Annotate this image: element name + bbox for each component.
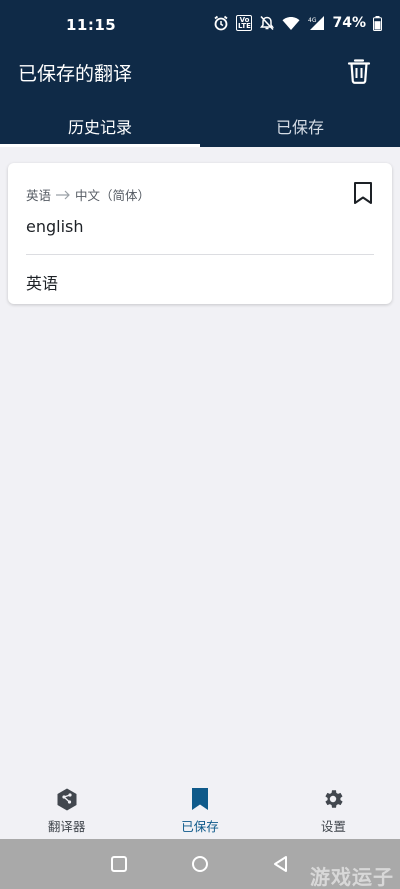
arrow-right-icon	[56, 190, 70, 199]
signal-icon: 4G	[308, 16, 325, 30]
deepl-logo-icon	[57, 788, 77, 811]
watermark: 游戏运子	[310, 865, 394, 889]
bookmark-toggle-button[interactable]	[352, 181, 374, 205]
nav-settings[interactable]: 设置	[267, 776, 400, 839]
app-header: 11:15 Vo LTE 4G 74% 已保存的翻译 历史记录 已保存	[0, 0, 400, 147]
nav-saved-label: 已保存	[181, 819, 219, 834]
volte-icon: Vo LTE	[236, 15, 253, 31]
tab-history[interactable]: 历史记录	[0, 100, 200, 147]
battery-level: 74%	[332, 15, 366, 31]
tab-history-label: 历史记录	[67, 118, 132, 137]
title-row: 已保存的翻译	[0, 48, 400, 96]
home-button[interactable]	[190, 854, 210, 874]
card-divider	[26, 254, 374, 255]
translation-card[interactable]: 英语 中文（简体） english 英语	[8, 163, 392, 304]
system-navigation-bar: 游戏运子	[0, 839, 400, 889]
wifi-icon	[282, 16, 300, 30]
translated-text: 英语	[26, 274, 59, 293]
status-icons: Vo LTE 4G 74%	[213, 15, 382, 31]
bottom-navigation: 翻译器 已保存 设置	[0, 776, 400, 839]
nav-translator-label: 翻译器	[47, 819, 86, 834]
battery-icon	[373, 15, 382, 31]
source-language: 英语	[26, 188, 52, 203]
bookmark-outline-icon	[354, 182, 372, 204]
status-time: 11:15	[66, 16, 117, 34]
recents-button[interactable]	[109, 854, 129, 874]
gear-icon	[325, 790, 343, 808]
status-bar: 11:15 Vo LTE 4G 74%	[0, 0, 400, 48]
delete-all-button[interactable]	[346, 57, 372, 85]
alarm-icon	[214, 15, 229, 31]
bookmark-icon	[191, 788, 208, 810]
trash-icon	[347, 59, 371, 84]
mute-icon	[260, 15, 275, 31]
back-button[interactable]	[271, 854, 291, 874]
network-type: 4G	[308, 17, 317, 24]
page-title: 已保存的翻译	[18, 63, 133, 85]
tab-saved[interactable]: 已保存	[200, 100, 400, 147]
language-pair: 英语 中文（简体）	[26, 185, 150, 204]
source-text: english	[26, 217, 84, 236]
nav-translator[interactable]: 翻译器	[0, 776, 133, 839]
tab-saved-label: 已保存	[275, 118, 324, 137]
target-language: 中文（简体）	[75, 188, 151, 203]
tab-bar: 历史记录 已保存	[0, 100, 400, 147]
nav-settings-label: 设置	[320, 819, 346, 834]
tab-indicator	[0, 144, 200, 147]
nav-saved[interactable]: 已保存	[133, 776, 266, 839]
